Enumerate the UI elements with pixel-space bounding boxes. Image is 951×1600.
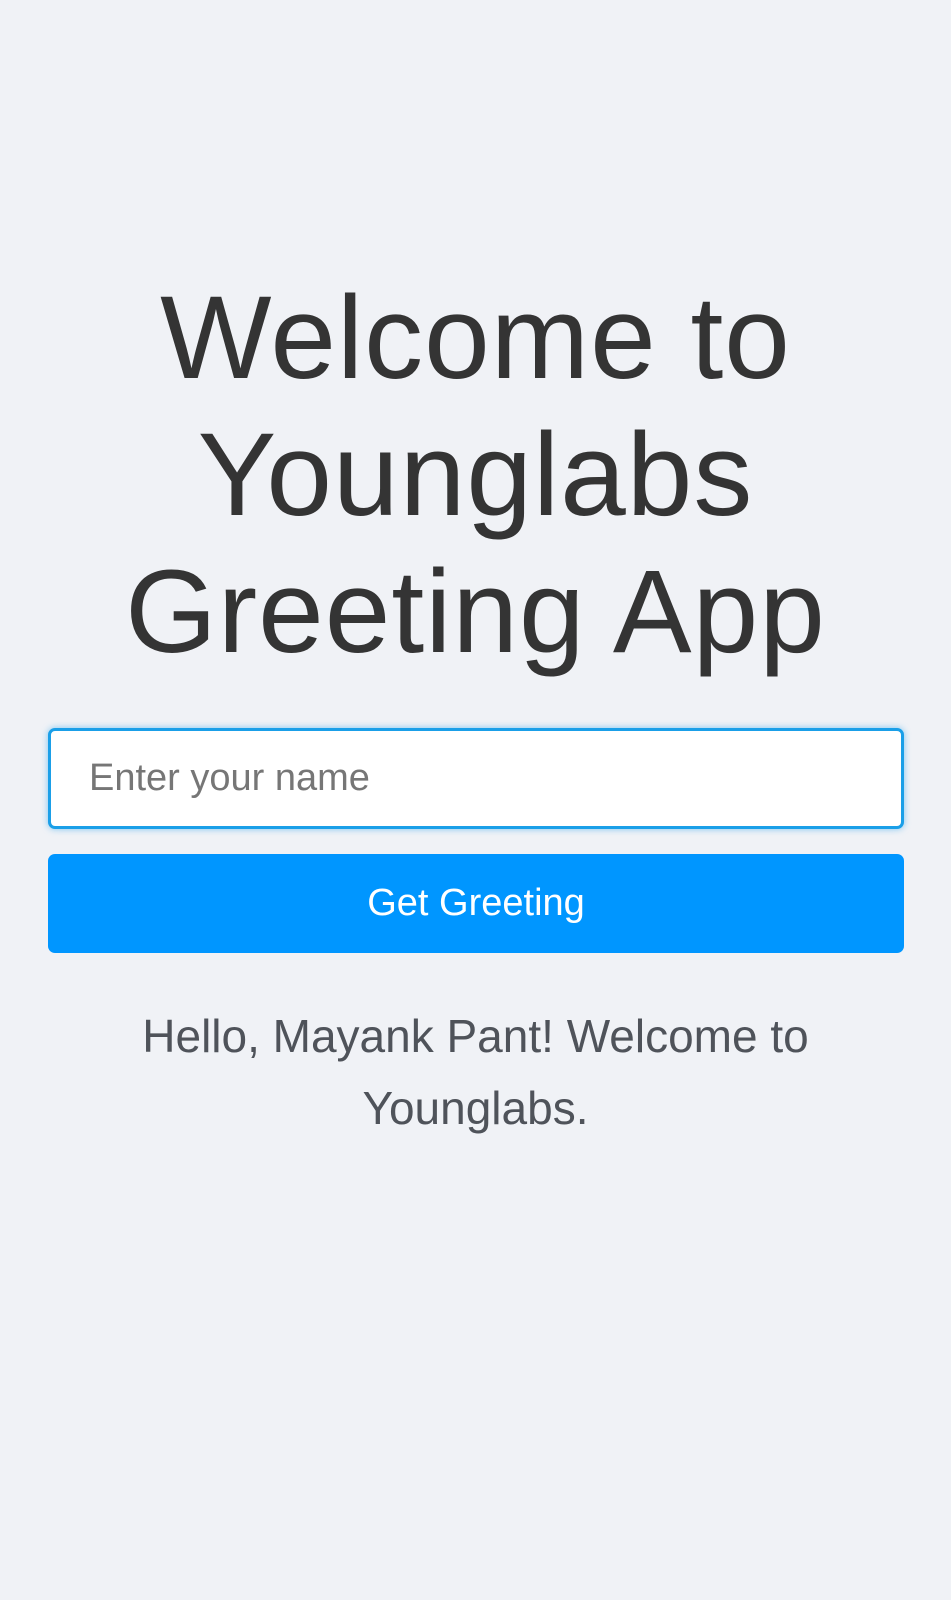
get-greeting-button[interactable]: Get Greeting [48, 854, 904, 953]
greeting-app-page: Welcome to Younglabs Greeting App Get Gr… [0, 0, 951, 1600]
greeting-message: Hello, Mayank Pant! Welcome to Younglabs… [142, 1010, 809, 1134]
page-title: Welcome to Younglabs Greeting App [125, 272, 826, 678]
name-input[interactable] [48, 728, 904, 829]
